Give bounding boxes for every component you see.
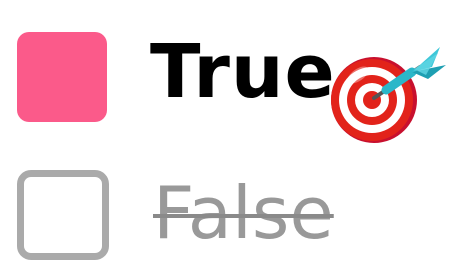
- option-true-label: True: [150, 29, 336, 115]
- true-false-options: True False: [0, 0, 459, 263]
- option-false-label: False: [153, 171, 334, 255]
- checkbox-checked[interactable]: [17, 32, 107, 122]
- checkbox-unchecked[interactable]: [17, 170, 109, 260]
- dart-target-icon: [331, 47, 446, 143]
